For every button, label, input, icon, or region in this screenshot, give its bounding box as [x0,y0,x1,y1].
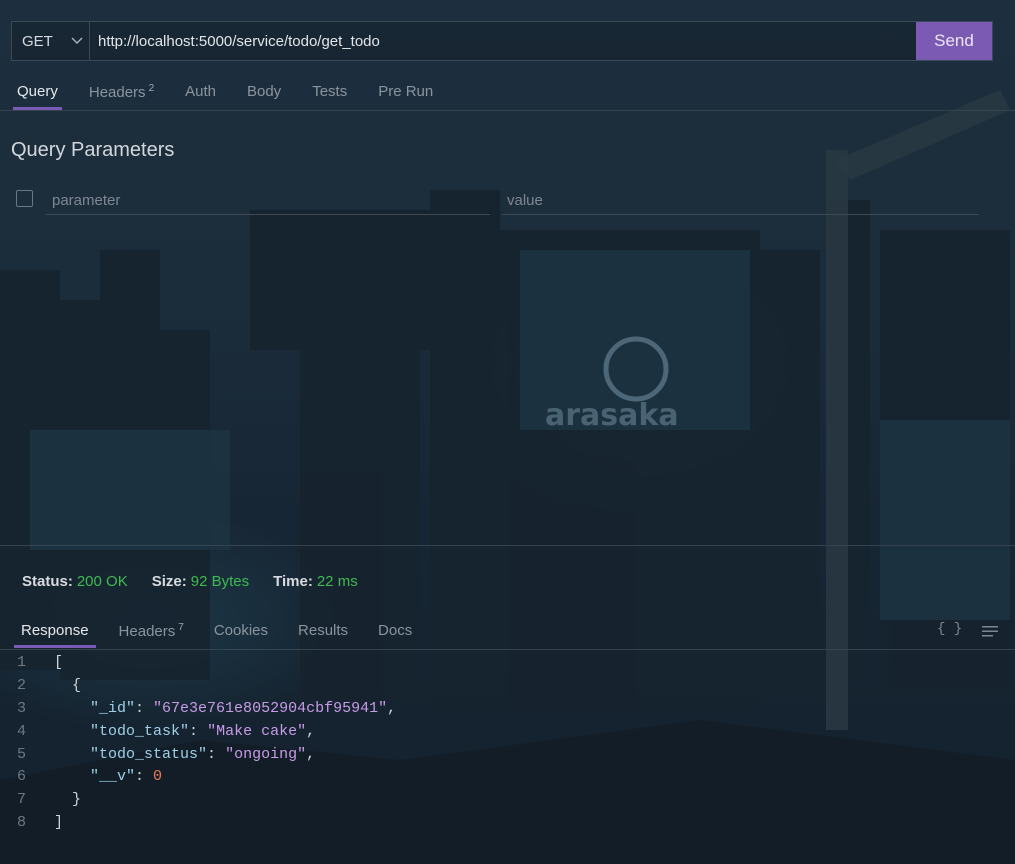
tab-label: Auth [185,83,216,100]
tab-response-headers[interactable]: Headers 7 [119,622,184,640]
line-number: 3 [16,699,26,717]
code-line: 5 "todo_status": "ongoing", [0,744,396,767]
chevron-down-icon [71,37,83,44]
json-punct: { [72,676,82,694]
code-text: "_id": "67e3e761e8052904cbf95941", [90,699,397,717]
json-key: "todo_status" [90,745,208,763]
line-number: 6 [16,768,26,786]
code-line: 7 } [0,789,396,812]
request-bar: GET http://localhost:5000/service/todo/g… [11,21,993,61]
tab-label: Body [246,83,282,100]
code-line: 4 "todo_task": "Make cake", [0,721,396,744]
method-label: GET [22,32,53,50]
pane-splitter[interactable] [0,545,1015,546]
tab-label: Results [298,622,349,639]
query-param-row [16,186,980,216]
param-value-input[interactable] [502,186,979,215]
wrap-lines-icon[interactable] [982,624,998,638]
time-label: Time: [273,573,313,590]
status-label: Status: [22,573,73,590]
json-key: "_id" [90,699,136,717]
code-text: [ [38,652,63,675]
request-tabs: Query Headers 2 Auth Body Tests Pre Run [13,83,464,110]
response-body-editor[interactable]: 1[ 2 { 3 "_id": "67e3e761e8052904cbf9594… [0,652,396,835]
status-info: Status: 200 OK [22,573,128,590]
code-line: 2 { [0,675,396,698]
tab-label: Response [21,622,89,639]
json-key: "__v" [90,768,136,786]
line-number: 5 [16,745,26,763]
tab-query[interactable]: Query [13,83,62,110]
line-number: 4 [16,722,26,740]
query-parameters-title: Query Parameters [11,139,175,161]
code-line: 1[ [0,652,396,675]
tab-pre-run[interactable]: Pre Run [378,83,433,101]
line-number: 8 [16,814,26,832]
time-value: 22 ms [316,573,358,590]
time-info: Time: 22 ms [273,573,358,590]
line-number: 2 [16,676,26,694]
size-value: 92 Bytes [190,573,250,590]
tab-tests[interactable]: Tests [312,83,347,101]
json-string: "ongoing" [225,745,307,763]
tab-label: Cookies [213,622,269,639]
json-punct: ] [54,814,64,832]
divider [0,110,1015,111]
divider [0,649,1015,650]
tab-auth[interactable]: Auth [185,83,216,101]
line-number: 1 [16,654,26,671]
code-line: 6 "__v": 0 [0,766,396,789]
tab-label: Query [17,83,58,100]
code-text: } [38,789,81,812]
size-label: Size: [151,573,187,590]
line-number: 7 [16,791,26,809]
headers-count-badge: 7 [178,622,184,633]
code-text: "todo_task": "Make cake", [90,722,316,740]
format-json-icon[interactable]: { } [937,621,962,637]
tab-label: Pre Run [378,83,434,100]
code-text: "todo_status": "ongoing", [90,745,316,763]
code-line: 3 "_id": "67e3e761e8052904cbf95941", [0,698,396,721]
param-name-input[interactable] [46,186,490,215]
method-select[interactable]: GET [12,22,90,60]
code-line: 8] [0,812,396,835]
json-punct: } [72,791,82,809]
tab-results[interactable]: Results [298,622,348,640]
send-button[interactable]: Send [916,22,992,60]
tab-label: Headers [88,84,146,101]
tab-docs[interactable]: Docs [378,622,412,640]
code-text: "__v": 0 [90,768,163,786]
status-value: 200 OK [76,573,128,590]
json-string: "Make cake" [207,722,307,740]
response-tabs: Response Headers 7 Cookies Results Docs [14,622,442,648]
tab-cookies[interactable]: Cookies [214,622,268,640]
json-string: "67e3e761e8052904cbf95941" [153,699,388,717]
response-status-bar: Status: 200 OK Size: 92 Bytes Time: 22 ms [22,573,358,590]
tab-body[interactable]: Body [247,83,281,101]
size-info: Size: 92 Bytes [152,573,249,590]
tab-label: Tests [312,83,348,100]
svg-text:arasaka: arasaka [545,398,679,433]
url-input[interactable]: http://localhost:5000/service/todo/get_t… [90,22,916,60]
json-number: 0 [153,768,163,786]
tab-response[interactable]: Response [14,622,96,648]
json-punct: [ [54,654,64,671]
tab-label: Docs [378,622,413,639]
tab-label: Headers [118,623,176,640]
code-text: ] [38,812,63,835]
json-key: "todo_task" [90,722,190,740]
headers-count-badge: 2 [148,83,155,94]
tab-headers[interactable]: Headers 2 [89,83,154,101]
code-text: { [38,675,81,698]
param-enable-checkbox[interactable] [16,190,33,207]
